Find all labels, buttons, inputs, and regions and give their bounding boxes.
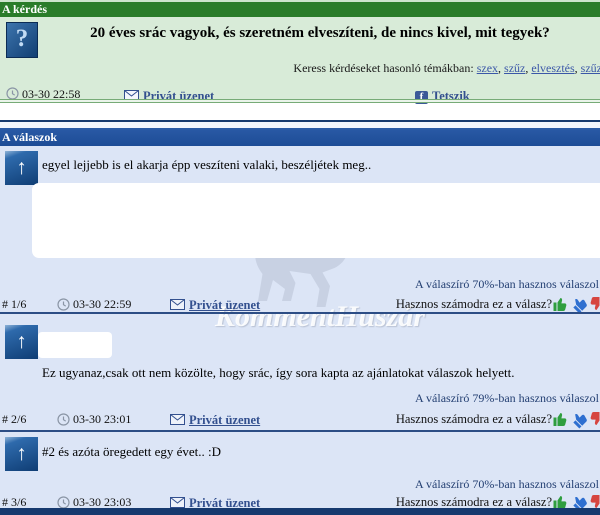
answer-divider	[0, 312, 600, 314]
thumb-neutral-icon[interactable]	[568, 408, 591, 431]
censored-username-box	[38, 332, 112, 358]
qa-page: A kérdés ? 20 éves srác vagyok, és szere…	[0, 0, 600, 515]
clock-icon	[57, 298, 70, 311]
useful-question-label: Hasznos számodra ez a válasz?	[396, 297, 552, 312]
answer-index: # 2/6	[2, 412, 26, 427]
useful-question-label: Hasznos számodra ez a válasz?	[396, 412, 552, 427]
thumb-up-icon[interactable]	[552, 411, 568, 427]
topic-link-elvesztes[interactable]: elvesztés	[531, 61, 574, 75]
thumb-down-icon[interactable]	[589, 296, 600, 312]
thumb-up-icon[interactable]	[552, 296, 568, 312]
bottom-bar	[0, 508, 600, 515]
question-section-header: A kérdés	[0, 2, 600, 17]
answer-divider	[0, 430, 600, 432]
envelope-icon	[170, 299, 185, 310]
answers-section-header: A válaszok	[0, 128, 600, 146]
answer-private-message-label: Privát üzenet	[189, 298, 260, 312]
answer-private-message-link[interactable]: Privát üzenet	[170, 411, 260, 429]
green-separator	[0, 99, 600, 103]
related-topics: Keress kérdéseket hasonló témákban: szex…	[293, 61, 600, 76]
answerer-rating: A válaszíró 79%-ban hasznos válaszol	[415, 391, 599, 406]
answer-text: Ez ugyanaz,csak ott nem közölte, hogy sr…	[42, 365, 582, 381]
answer-time: 03-30 23:01	[73, 412, 131, 427]
answer-arrow-icon: ↑	[5, 151, 38, 185]
answer-arrow-icon: ↑	[5, 325, 38, 359]
envelope-icon	[170, 497, 185, 508]
clock-icon	[57, 413, 70, 426]
envelope-icon	[170, 414, 185, 425]
answer-index: # 1/6	[2, 297, 26, 312]
censored-content-box	[32, 183, 600, 258]
topic-link-szuz-2[interactable]: szűz	[581, 61, 600, 75]
answerer-rating: A válaszíró 70%-ban hasznos válaszol	[415, 477, 599, 492]
question-title: 20 éves srác vagyok, és szeretném elvesz…	[40, 25, 600, 42]
related-topics-label: Keress kérdéseket hasonló témákban:	[293, 61, 476, 75]
topic-link-szuz-1[interactable]: szűz	[504, 61, 525, 75]
answer-private-message-label: Privát üzenet	[189, 413, 260, 427]
thumb-down-icon[interactable]	[589, 411, 600, 427]
answer-meta-row: # 2/6 03-30 23:01 Privát üzenet Hasznos …	[0, 411, 600, 429]
answer-text: #2 és azóta öregedett egy évet.. :D	[42, 444, 582, 460]
answer-arrow-icon: ↑	[5, 437, 38, 471]
question-mark-icon: ?	[6, 22, 38, 58]
topic-link-szex[interactable]: szex	[477, 61, 498, 75]
answer-text: egyel lejjebb is el akarja épp veszíteni…	[42, 157, 582, 173]
answerer-rating: A válaszíró 70%-ban hasznos válaszol	[415, 277, 599, 292]
answer-time: 03-30 22:59	[73, 297, 131, 312]
